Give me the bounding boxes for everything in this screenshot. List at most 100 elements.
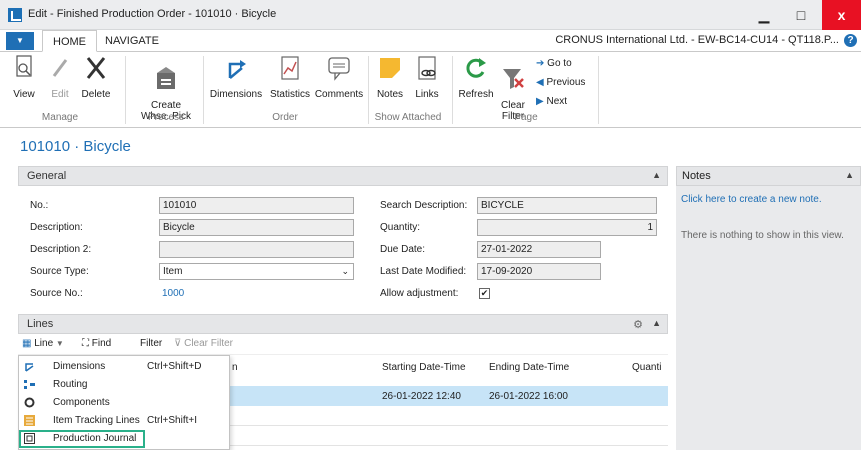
description-field[interactable]: Bicycle xyxy=(159,219,354,236)
arrow-right-icon: ➔ xyxy=(536,58,545,69)
lines-header-label: Lines xyxy=(27,318,54,330)
no-label: No.: xyxy=(30,200,49,211)
clear-filter-icon xyxy=(503,69,524,89)
last-date-modified-label: Last Date Modified: xyxy=(380,266,467,277)
line-menu-button[interactable]: ▦ Line ▼ xyxy=(22,338,64,349)
chevron-up-icon[interactable]: ▲ xyxy=(652,318,661,328)
close-button[interactable]: x xyxy=(822,0,861,30)
create-note-link[interactable]: Click here to create a new note. xyxy=(681,194,822,205)
production-journal-icon xyxy=(24,433,35,444)
source-no-link[interactable]: 1000 xyxy=(162,288,184,299)
dimensions-label: Dimensions xyxy=(209,89,263,100)
tab-home[interactable]: HOME xyxy=(42,30,97,52)
line-menu-label: Line xyxy=(34,338,54,349)
edit-label: Edit xyxy=(51,89,69,100)
ribbon-separator xyxy=(125,56,126,124)
line-dropdown-menu: Dimensions Ctrl+Shift+D Routing Componen… xyxy=(18,355,230,450)
item-tracking-icon xyxy=(24,415,35,426)
notes-button[interactable]: Notes xyxy=(372,54,408,100)
clear-filter-lines-button[interactable]: ⊽ Clear Filter xyxy=(174,338,233,349)
statistics-label: Statistics xyxy=(269,89,310,100)
statistics-icon xyxy=(281,56,299,80)
window-title: Edit - Finished Production Order - 10101… xyxy=(28,8,277,20)
search-description-field[interactable]: BICYCLE xyxy=(477,197,657,214)
routing-icon xyxy=(24,380,35,389)
notes-section-header[interactable]: Notes ▲ xyxy=(676,166,861,186)
description2-field[interactable] xyxy=(159,241,354,258)
links-button[interactable]: Links xyxy=(410,54,444,100)
quantity-field[interactable]: 1 xyxy=(477,219,657,236)
comments-label: Comments xyxy=(314,89,364,100)
table-row-divider xyxy=(230,425,668,426)
maximize-button[interactable]: □ xyxy=(783,0,819,30)
chevron-up-icon[interactable]: ▲ xyxy=(652,170,661,180)
source-type-select[interactable]: Item ⌄ xyxy=(159,263,354,280)
filter-button[interactable]: Filter xyxy=(140,338,162,349)
general-section-header[interactable]: General ▲ xyxy=(18,166,668,186)
settings-gear-icon[interactable]: ⚙ xyxy=(633,318,643,331)
tab-navigate[interactable]: NAVIGATE xyxy=(95,30,169,52)
due-date-field[interactable]: 27-01-2022 xyxy=(477,241,601,258)
description-label: Description: xyxy=(30,222,83,233)
menu-item-dimensions[interactable]: Dimensions Ctrl+Shift+D xyxy=(19,358,229,376)
ribbon-separator xyxy=(368,56,369,124)
links-icon xyxy=(418,56,436,80)
title-bar: Edit - Finished Production Order - 10101… xyxy=(0,0,861,30)
group-show-attached-label: Show Attached xyxy=(374,112,442,123)
app-menu-button[interactable]: ▼ xyxy=(6,32,34,50)
column-header-quantity[interactable]: Quanti xyxy=(632,362,661,373)
ribbon: View Edit Delete Manage Create Whse. Pic… xyxy=(0,52,861,128)
notes-header-label: Notes xyxy=(682,170,711,182)
group-manage-label: Manage xyxy=(41,112,79,123)
chevron-up-icon[interactable]: ▲ xyxy=(845,170,854,180)
statistics-button[interactable]: Statistics xyxy=(266,54,314,100)
find-button[interactable]: ⛶ Find xyxy=(82,338,111,349)
dimensions-icon xyxy=(25,363,34,372)
binoculars-icon: ⛶ xyxy=(82,338,89,349)
menu-item-production-journal[interactable]: Production Journal xyxy=(19,430,145,448)
company-name[interactable]: CRONUS International Ltd. - EW-BC14-CU14… xyxy=(555,34,839,46)
allow-adjustment-label: Allow adjustment: xyxy=(380,288,459,299)
lines-section-header[interactable]: Lines ⚙ ▲ xyxy=(18,314,668,334)
group-process-label: Process xyxy=(147,112,185,123)
menu-item-item-tracking-lines[interactable]: Item Tracking Lines Ctrl+Shift+I xyxy=(19,412,229,430)
menu-item-label: Production Journal xyxy=(53,433,137,444)
due-date-label: Due Date: xyxy=(380,244,426,255)
next-label: Next xyxy=(546,96,568,107)
column-header-partial[interactable]: n xyxy=(232,362,238,373)
notes-empty-text: There is nothing to show in this view. xyxy=(681,230,844,241)
menu-row: ▼ HOME NAVIGATE CRONUS International Ltd… xyxy=(0,30,861,52)
view-button[interactable]: View xyxy=(6,54,42,100)
column-header-ending-date-time[interactable]: Ending Date-Time xyxy=(489,362,569,373)
warehouse-pick-icon xyxy=(157,67,175,89)
view-label: View xyxy=(13,89,35,100)
help-icon[interactable]: ? xyxy=(844,34,857,47)
menu-item-shortcut: Ctrl+Shift+I xyxy=(147,415,198,426)
refresh-button[interactable]: Refresh xyxy=(456,54,496,100)
next-button[interactable]: ▶ Next xyxy=(536,96,567,107)
components-icon xyxy=(24,397,35,408)
menu-item-label: Dimensions xyxy=(53,361,106,372)
menu-item-routing[interactable]: Routing xyxy=(19,376,229,394)
refresh-icon xyxy=(466,58,486,78)
row-ending-date-time[interactable]: 26-01-2022 16:00 xyxy=(489,391,568,402)
comments-button[interactable]: Comments xyxy=(314,54,364,100)
last-date-modified-field[interactable]: 17-09-2020 xyxy=(477,263,601,280)
delete-button[interactable]: Delete xyxy=(78,54,114,100)
triangle-right-icon: ▶ xyxy=(536,96,544,107)
previous-button[interactable]: ◀ Previous xyxy=(536,77,585,88)
allow-adjustment-checkbox[interactable]: ✔ xyxy=(479,288,490,299)
go-to-button[interactable]: ➔ Go to xyxy=(536,58,572,69)
row-starting-date-time[interactable]: 26-01-2022 12:40 xyxy=(382,391,461,402)
view-icon xyxy=(16,55,32,77)
ribbon-separator xyxy=(452,56,453,124)
search-description-label: Search Description: xyxy=(380,200,468,211)
edit-button[interactable]: Edit xyxy=(44,54,76,100)
dimensions-button[interactable]: Dimensions xyxy=(206,54,266,100)
no-field[interactable]: 101010 xyxy=(159,197,354,214)
find-label: Find xyxy=(91,338,112,349)
menu-item-components[interactable]: Components xyxy=(19,394,229,412)
column-header-starting-date-time[interactable]: Starting Date-Time xyxy=(382,362,466,373)
go-to-label: Go to xyxy=(547,58,572,69)
minimize-button[interactable]: ▁ xyxy=(746,0,782,30)
